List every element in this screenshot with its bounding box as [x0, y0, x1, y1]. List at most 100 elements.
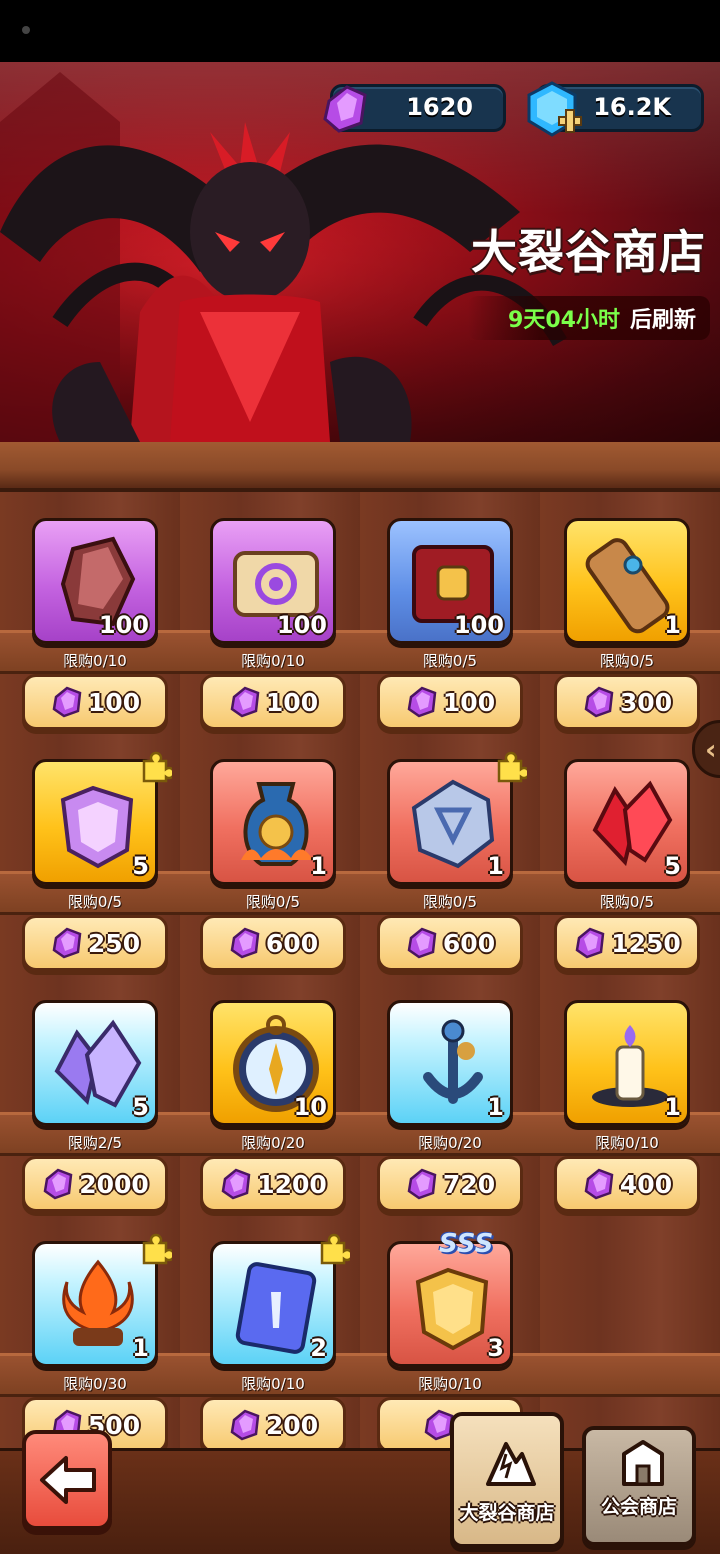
purchase-limit: 限购0/20	[418, 1134, 482, 1152]
purchase-limit: 限购0/10	[241, 652, 305, 670]
price-label: 600	[442, 928, 496, 958]
price-label: 200	[265, 1410, 319, 1440]
buy-button[interactable]: 720	[377, 1156, 523, 1212]
mountain-icon	[486, 1442, 536, 1486]
refresh-time: 9天04小时	[508, 308, 620, 333]
item-tile[interactable]: 100	[387, 518, 513, 644]
purchase-limit: 限购0/5	[245, 893, 301, 911]
buy-button[interactable]: 1250	[554, 915, 700, 971]
blue-gem-plus-icon[interactable]	[521, 79, 583, 141]
item-tile[interactable]: 10	[210, 1000, 336, 1126]
item-quantity: 5	[664, 852, 681, 880]
buy-button[interactable]: 600	[200, 915, 346, 971]
item-quantity: 100	[453, 611, 504, 639]
guild-hall-icon	[622, 1440, 664, 1486]
buy-button[interactable]: 200	[200, 1397, 346, 1453]
refresh-suffix: 后刷新	[629, 308, 696, 333]
purple-crystal-icon	[43, 1168, 73, 1200]
tab-rift-shop-label: 大裂谷商店	[459, 1502, 555, 1524]
price-label: 1200	[257, 1169, 327, 1199]
item-quantity: 5	[132, 1093, 149, 1121]
purchase-limit: 限购2/5	[67, 1134, 123, 1152]
purple-crystal-icon	[52, 686, 82, 718]
purple-crystal-icon	[407, 1168, 437, 1200]
price-label: 600	[265, 928, 319, 958]
gem-currency[interactable]: 16.2K	[527, 81, 704, 137]
item-quantity: 1	[487, 852, 504, 880]
sss-rank-badge: SSS	[439, 1229, 494, 1259]
item-tile[interactable]: 1	[564, 518, 690, 644]
puzzle-piece-icon	[142, 751, 172, 783]
item-tile[interactable]: 100	[210, 518, 336, 644]
crystal-currency: 1620	[323, 84, 506, 133]
shop-title: 大裂谷商店	[471, 225, 706, 279]
price-label: 250	[87, 928, 141, 958]
item-tile[interactable]: 5	[564, 759, 690, 885]
item-quantity: 10	[293, 1093, 327, 1121]
purple-crystal-icon	[584, 1168, 614, 1200]
buy-button[interactable]: 300	[554, 674, 700, 730]
price-label: 400	[619, 1169, 673, 1199]
item-tile[interactable]: 100	[32, 518, 158, 644]
puzzle-piece-icon	[142, 1233, 172, 1265]
shelf-top-board	[0, 442, 720, 492]
purple-crystal-icon	[52, 927, 82, 959]
buy-button[interactable]: 600	[377, 915, 523, 971]
shop-banner: 1620 16.2K 大裂谷商店 9天04小时 后刷新	[0, 62, 720, 442]
purple-crystal-icon	[323, 85, 367, 133]
price-label: 100	[87, 687, 141, 717]
buy-button[interactable]: 1200	[200, 1156, 346, 1212]
chevron-left-icon: ‹	[705, 733, 717, 766]
buy-button[interactable]: 2000	[22, 1156, 168, 1212]
crystal-count: 1620	[406, 93, 473, 121]
purchase-limit: 限购0/10	[595, 1134, 659, 1152]
price-label: 100	[265, 687, 319, 717]
purchase-limit: 限购0/10	[63, 652, 127, 670]
price-label: 300	[619, 687, 673, 717]
arrow-left-icon	[40, 1456, 96, 1504]
item-quantity: 2	[310, 1334, 327, 1362]
purple-crystal-icon	[407, 927, 437, 959]
purple-crystal-icon	[584, 686, 614, 718]
price-label: 100	[442, 687, 496, 717]
purchase-limit: 限购0/30	[63, 1375, 127, 1393]
purple-crystal-icon	[230, 686, 260, 718]
item-quantity: 1	[664, 1093, 681, 1121]
puzzle-piece-icon	[320, 1233, 350, 1265]
item-quantity: 1	[664, 611, 681, 639]
buy-button[interactable]: 100	[200, 674, 346, 730]
item-quantity: 100	[276, 611, 327, 639]
back-button[interactable]	[22, 1430, 112, 1530]
purple-crystal-icon	[230, 927, 260, 959]
purchase-limit: 限购0/10	[418, 1375, 482, 1393]
item-quantity: 1	[487, 1093, 504, 1121]
tab-guild-shop[interactable]: 公会商店	[582, 1426, 696, 1546]
item-tile[interactable]: 3	[387, 1241, 513, 1367]
buy-button[interactable]: 250	[22, 915, 168, 971]
price-label: 1250	[611, 928, 681, 958]
item-quantity: 1	[310, 852, 327, 880]
price-label: 2000	[79, 1169, 149, 1199]
item-quantity: 1	[132, 1334, 149, 1362]
purchase-limit: 限购0/5	[422, 893, 478, 911]
item-tile[interactable]: 5	[32, 1000, 158, 1126]
item-quantity: 100	[98, 611, 149, 639]
purchase-limit: 限购0/5	[599, 893, 655, 911]
purchase-limit: 限购0/5	[67, 893, 123, 911]
item-quantity: 3	[487, 1334, 504, 1362]
tab-guild-shop-label: 公会商店	[600, 1496, 677, 1518]
purchase-limit: 限购0/10	[241, 1375, 305, 1393]
item-tile[interactable]: 1	[387, 1000, 513, 1126]
buy-button[interactable]: 100	[22, 674, 168, 730]
gem-count: 16.2K	[593, 93, 671, 121]
tab-rift-shop[interactable]: 大裂谷商店	[450, 1412, 564, 1548]
buy-button[interactable]: 400	[554, 1156, 700, 1212]
item-tile[interactable]: 1	[564, 1000, 690, 1126]
purple-crystal-icon	[575, 927, 605, 959]
purple-crystal-icon	[407, 686, 437, 718]
buy-button[interactable]: 100	[377, 674, 523, 730]
item-quantity: 5	[132, 852, 149, 880]
status-bar	[0, 0, 720, 62]
purple-crystal-icon	[221, 1168, 251, 1200]
item-tile[interactable]: 1	[210, 759, 336, 885]
